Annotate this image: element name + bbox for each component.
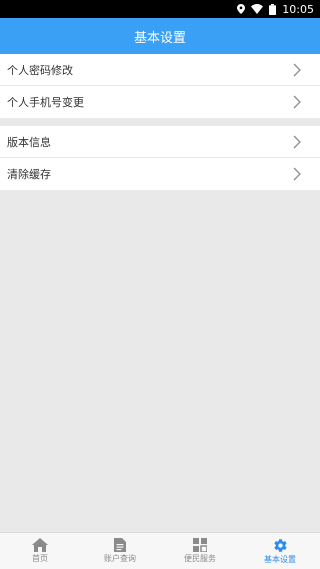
settings-group-app: 版本信息 清除缓存 — [0, 126, 320, 190]
status-bar: 10:05 — [0, 0, 320, 18]
chevron-right-icon — [293, 95, 301, 109]
tab-home[interactable]: 首页 — [0, 533, 80, 569]
chevron-right-icon — [293, 63, 301, 76]
tab-account-query[interactable]: 账户查询 — [80, 533, 160, 569]
tab-basic-settings[interactable]: 基本设置 — [240, 533, 320, 569]
version-info-item[interactable]: 版本信息 — [0, 126, 320, 158]
clear-cache-item[interactable]: 清除缓存 — [0, 158, 320, 190]
location-icon — [237, 4, 246, 14]
bottom-tab-bar: 首页 账户查询 便民服务 基本设置 — [0, 532, 320, 569]
tab-basic-settings-label: 基本设置 — [264, 554, 296, 564]
tab-home-label: 首页 — [32, 554, 48, 563]
tab-convenience-services[interactable]: 便民服务 — [160, 533, 240, 569]
change-password-label: 个人密码修改 — [7, 63, 73, 77]
title-bar: 基本设置 — [0, 18, 320, 54]
battery-icon — [269, 3, 277, 15]
status-time: 10:05 — [282, 2, 314, 16]
gear-icon — [273, 538, 287, 552]
chevron-right-icon — [293, 167, 301, 181]
chevron-right-icon — [293, 135, 301, 148]
home-icon — [32, 538, 48, 552]
settings-group-account: 个人密码修改 个人手机号变更 — [0, 54, 320, 118]
tab-account-query-label: 账户查询 — [104, 554, 136, 563]
section-divider — [0, 119, 320, 126]
version-info-label: 版本信息 — [7, 135, 51, 149]
document-icon — [114, 538, 126, 552]
tab-convenience-services-label: 便民服务 — [184, 554, 216, 563]
change-password-item[interactable]: 个人密码修改 — [0, 54, 320, 86]
clear-cache-label: 清除缓存 — [7, 168, 51, 181]
change-phone-label: 个人手机号变更 — [7, 96, 84, 109]
grid-icon — [193, 538, 207, 552]
page-title: 基本设置 — [133, 30, 186, 46]
wifi-icon — [251, 4, 264, 14]
change-phone-item[interactable]: 个人手机号变更 — [0, 86, 320, 118]
